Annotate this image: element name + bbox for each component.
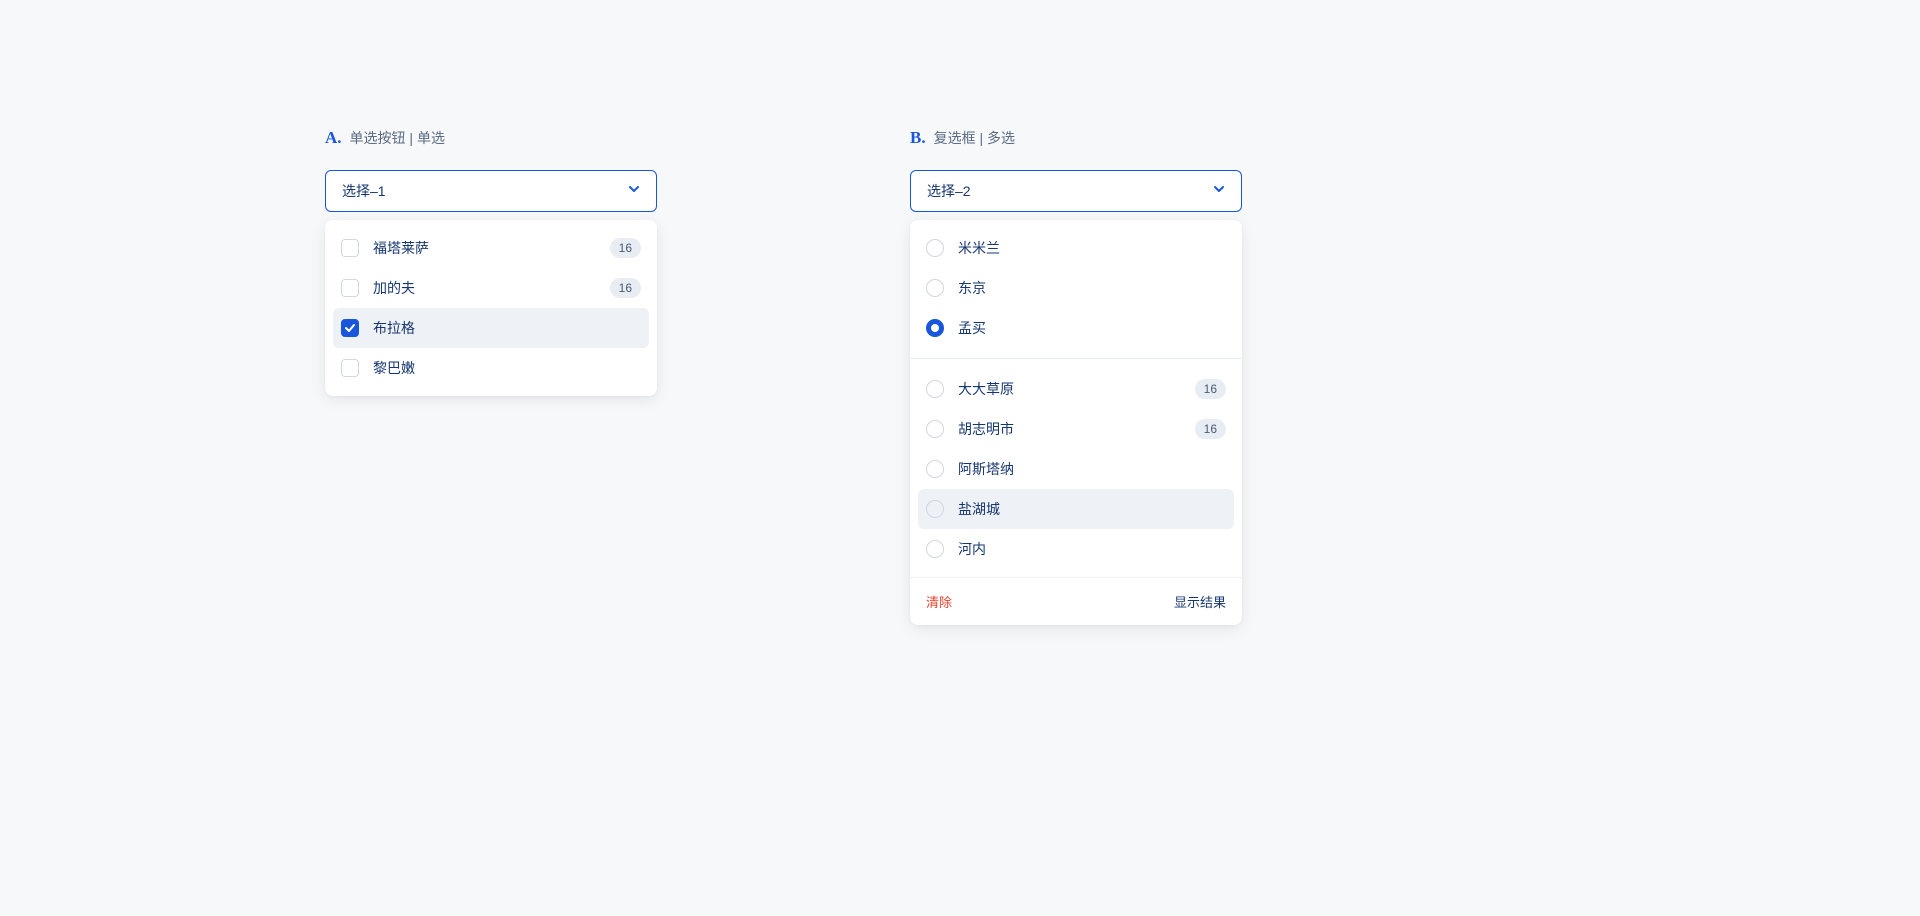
option-item[interactable]: 福塔莱萨 16 [333, 228, 649, 268]
radio-icon[interactable] [926, 279, 944, 297]
radio-icon[interactable] [926, 500, 944, 518]
option-item[interactable]: 东京 [918, 268, 1234, 308]
select-placeholder-b: 选择–2 [927, 181, 971, 201]
dropdown-footer: 清除 显示结果 [910, 577, 1242, 625]
option-item[interactable]: 大大草原 16 [918, 369, 1234, 409]
option-item[interactable]: 加的夫 16 [333, 268, 649, 308]
option-item[interactable]: 黎巴嫩 [333, 348, 649, 388]
option-left: 黎巴嫩 [341, 358, 415, 378]
option-left: 胡志明市 [926, 419, 1014, 439]
option-label: 河内 [958, 539, 986, 559]
section-a-letter: A. [325, 128, 342, 148]
section-b-letter: B. [910, 128, 926, 148]
section-b-header: B. 复选框 | 多选 [910, 128, 1242, 148]
option-left: 米米兰 [926, 238, 1000, 258]
option-list-b-group2: 大大草原 16 胡志明市 16 阿斯塔纳盐湖城河内 [910, 361, 1242, 577]
option-label: 加的夫 [373, 278, 415, 298]
select-trigger-a[interactable]: 选择–1 [325, 170, 657, 212]
option-item[interactable]: 胡志明市 16 [918, 409, 1234, 449]
section-a-header: A. 单选按钮 | 单选 [325, 128, 657, 148]
radio-icon[interactable] [926, 460, 944, 478]
option-list-b-group1: 米米兰东京孟买 [910, 220, 1242, 356]
checkbox-icon[interactable] [341, 239, 359, 257]
chevron-down-icon [1213, 182, 1225, 200]
option-left: 大大草原 [926, 379, 1014, 399]
option-left: 东京 [926, 278, 986, 298]
option-item[interactable]: 米米兰 [918, 228, 1234, 268]
select-placeholder-a: 选择–1 [342, 181, 386, 201]
option-label: 大大草原 [958, 379, 1014, 399]
section-a-title: 单选按钮 | 单选 [350, 128, 445, 148]
option-label: 米米兰 [958, 238, 1000, 258]
checkbox-icon[interactable] [341, 319, 359, 337]
radio-icon[interactable] [926, 319, 944, 337]
radio-icon[interactable] [926, 420, 944, 438]
option-label: 黎巴嫩 [373, 358, 415, 378]
radio-icon[interactable] [926, 540, 944, 558]
count-badge: 16 [1195, 419, 1226, 439]
option-item[interactable]: 河内 [918, 529, 1234, 569]
option-item[interactable]: 阿斯塔纳 [918, 449, 1234, 489]
option-left: 孟买 [926, 318, 986, 338]
count-badge: 16 [610, 278, 641, 298]
section-b: B. 复选框 | 多选 选择–2 米米兰东京孟买 大大草原 16 胡志明市 16 阿斯塔… [910, 128, 1242, 625]
checkbox-icon[interactable] [341, 279, 359, 297]
option-item[interactable]: 孟买 [918, 308, 1234, 348]
option-item[interactable]: 布拉格 [333, 308, 649, 348]
dropdown-panel-a: 福塔莱萨 16 加的夫 16 布拉格黎巴嫩 [325, 220, 657, 396]
option-label: 盐湖城 [958, 499, 1000, 519]
section-b-title: 复选框 | 多选 [934, 128, 1015, 148]
section-a: A. 单选按钮 | 单选 选择–1 福塔莱萨 16 加的夫 16 布拉格黎巴嫩 [325, 128, 657, 396]
group-divider [910, 358, 1242, 359]
chevron-down-icon [628, 182, 640, 200]
option-label: 孟买 [958, 318, 986, 338]
option-label: 阿斯塔纳 [958, 459, 1014, 479]
dropdown-panel-b: 米米兰东京孟买 大大草原 16 胡志明市 16 阿斯塔纳盐湖城河内 清除 显示结果 [910, 220, 1242, 625]
clear-button[interactable]: 清除 [926, 592, 952, 611]
radio-icon[interactable] [926, 380, 944, 398]
option-label: 布拉格 [373, 318, 415, 338]
radio-icon[interactable] [926, 239, 944, 257]
checkbox-icon[interactable] [341, 359, 359, 377]
option-left: 盐湖城 [926, 499, 1000, 519]
select-trigger-b[interactable]: 选择–2 [910, 170, 1242, 212]
option-left: 河内 [926, 539, 986, 559]
option-label: 胡志明市 [958, 419, 1014, 439]
option-list-a: 福塔莱萨 16 加的夫 16 布拉格黎巴嫩 [325, 220, 657, 396]
option-left: 加的夫 [341, 278, 415, 298]
count-badge: 16 [610, 238, 641, 258]
show-result-button[interactable]: 显示结果 [1174, 592, 1226, 611]
option-label: 东京 [958, 278, 986, 298]
option-left: 布拉格 [341, 318, 415, 338]
option-left: 福塔莱萨 [341, 238, 429, 258]
option-left: 阿斯塔纳 [926, 459, 1014, 479]
option-item[interactable]: 盐湖城 [918, 489, 1234, 529]
option-label: 福塔莱萨 [373, 238, 429, 258]
count-badge: 16 [1195, 379, 1226, 399]
